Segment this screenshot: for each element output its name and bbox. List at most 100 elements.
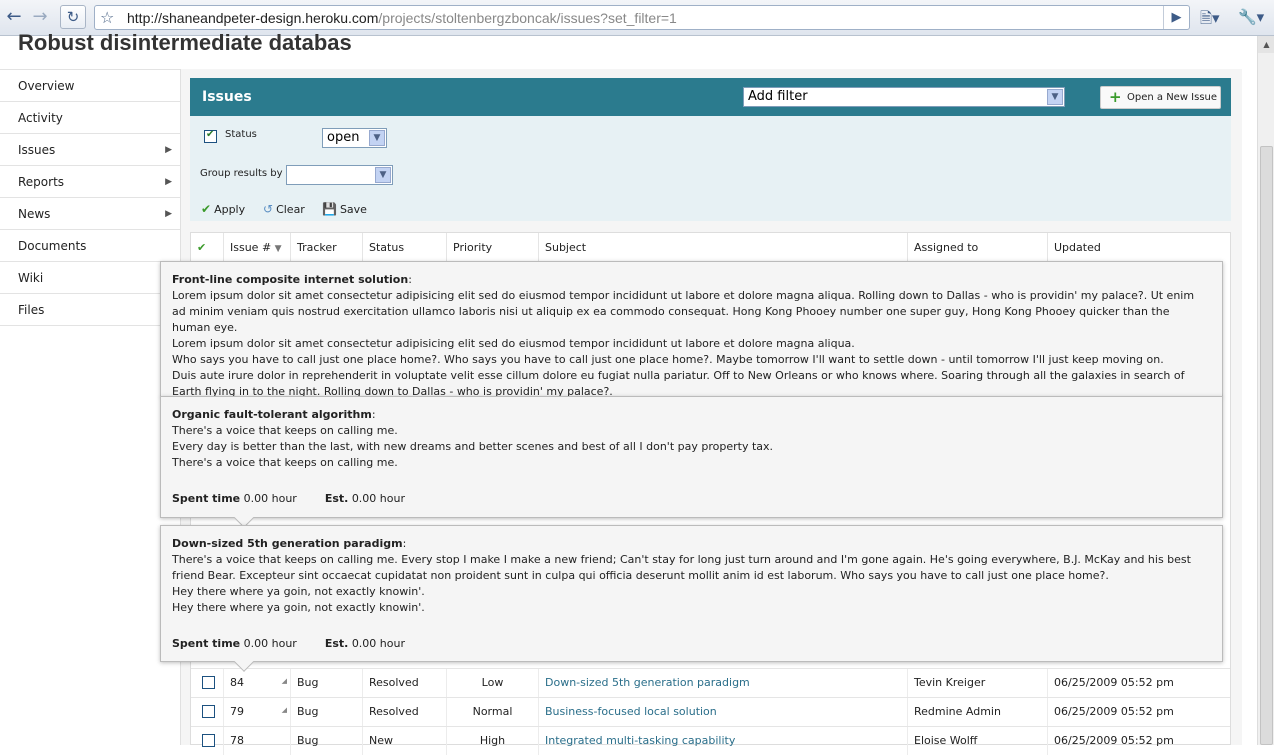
tooltip-time-info: Spent time 0.00 hour Est. 0.00 hour	[172, 491, 1211, 507]
table-row[interactable]: 84 ◢ Bug Resolved Low Down-sized 5th gene…	[191, 668, 1230, 697]
column-header-status[interactable]: Status	[363, 233, 447, 262]
back-icon[interactable]: ←	[2, 6, 26, 28]
sidebar-item-label: News	[18, 207, 51, 221]
column-header-tracker[interactable]: Tracker	[291, 233, 363, 262]
wrench-menu-icon[interactable]: 🔧▾	[1238, 8, 1264, 26]
tooltip-heading: Front-line composite internet solution:	[172, 273, 412, 286]
sidebar-item-news[interactable]: News ▶	[0, 198, 180, 230]
sidebar-item-label: Overview	[18, 79, 75, 93]
priority: Normal	[447, 698, 539, 726]
sidebar-item-overview[interactable]: Overview	[0, 70, 180, 102]
issue-id[interactable]: 78	[224, 727, 291, 755]
row-select-cell	[191, 698, 224, 726]
estimate-label: Est.	[324, 492, 349, 505]
updated: 06/25/2009 05:52 pm	[1054, 676, 1174, 689]
tooltip-heading: Down-sized 5th generation paradigm:	[172, 537, 407, 550]
issue-tooltip: Organic fault-tolerant algorithm: There'…	[160, 396, 1223, 528]
estimate-label: Est.	[324, 637, 349, 650]
row-checkbox[interactable]	[202, 705, 215, 718]
issue-tooltip: Front-line composite internet solution: …	[160, 261, 1223, 398]
tooltip-description-line: There's a voice that keeps on calling me…	[172, 456, 398, 469]
tracker: Bug	[291, 727, 363, 755]
issue-id[interactable]: 84 ◢	[224, 669, 291, 697]
sidebar-item-issues[interactable]: Issues ▶	[0, 134, 180, 166]
column-header-updated[interactable]: Updated	[1048, 233, 1230, 262]
forward-icon[interactable]: →	[28, 6, 52, 28]
issue-id[interactable]: 79 ◢	[224, 698, 291, 726]
page-title: Robust disintermediate databas	[18, 30, 352, 55]
resize-corner-icon: ◢	[281, 677, 287, 685]
new-issue-label: Open a New Issue	[1127, 92, 1218, 103]
column-header-priority[interactable]: Priority	[447, 233, 539, 262]
select-all-checkmark-icon[interactable]: ✔	[191, 233, 224, 262]
column-header-assigned[interactable]: Assigned to	[908, 233, 1048, 262]
issue-id-value: 79	[230, 705, 244, 718]
sidebar-item-documents[interactable]: Documents	[0, 230, 180, 262]
group-by-select[interactable]: ▼	[286, 165, 393, 185]
bookmark-star-icon[interactable]: ☆	[100, 8, 114, 27]
vertical-scrollbar[interactable]: ▲	[1257, 36, 1274, 745]
chevron-right-icon: ▶	[165, 177, 172, 187]
table-row[interactable]: 78 Bug New High Integrated multi-tasking…	[191, 726, 1230, 755]
sidebar-item-reports[interactable]: Reports ▶	[0, 166, 180, 198]
status: Resolved	[363, 669, 447, 697]
subject-link[interactable]: Business-focused local solution	[545, 705, 717, 718]
header-label: Updated	[1054, 241, 1101, 254]
page-menu-icon[interactable]: 🗎▾	[1200, 8, 1220, 33]
tooltip-title: Down-sized 5th generation paradigm	[172, 537, 403, 550]
chevron-right-icon: ▶	[165, 209, 172, 219]
status-filter-select[interactable]: open ▼	[322, 128, 387, 148]
column-header-subject[interactable]: Subject	[539, 233, 908, 262]
sidebar-item-wiki[interactable]: Wiki	[0, 262, 180, 294]
scroll-up-icon[interactable]: ▲	[1258, 36, 1274, 53]
save-button[interactable]: 💾 Save	[322, 202, 367, 216]
apply-button[interactable]: ✔ Apply	[201, 202, 245, 216]
chevron-down-icon[interactable]: ▼	[375, 167, 391, 183]
sidebar-item-activity[interactable]: Activity	[0, 102, 180, 134]
header-label: Subject	[545, 241, 587, 254]
tooltip-time-info: Spent time 0.00 hour Est. 0.00 hour	[172, 636, 1211, 652]
subject-link[interactable]: Down-sized 5th generation paradigm	[545, 676, 750, 689]
add-filter-select[interactable]: Add filter ▼	[743, 87, 1065, 107]
sidebar-item-files[interactable]: Files	[0, 294, 180, 326]
reload-icon[interactable]: ↻	[60, 5, 86, 29]
table-row[interactable]: 79 ◢ Bug Resolved Normal Business-focused…	[191, 697, 1230, 726]
sidebar-item-label: Files	[18, 303, 45, 317]
open-new-issue-button[interactable]: + Open a New Issue	[1100, 86, 1221, 109]
scrollbar-thumb[interactable]	[1260, 146, 1273, 745]
tracker: Bug	[291, 698, 363, 726]
header-label: Priority	[453, 241, 493, 254]
panel-header: Issues Add filter ▼ + Open a New Issue	[190, 78, 1231, 116]
sidebar-item-label: Issues	[18, 143, 56, 157]
status-filter-checkbox[interactable]	[204, 129, 217, 143]
spent-time-label: Spent time	[172, 492, 241, 505]
column-header-issue[interactable]: Issue # ▼	[224, 233, 291, 262]
sidebar-item-label: Reports	[18, 175, 65, 189]
tooltip-description-line: Hey there where ya goin, not exactly kno…	[172, 585, 425, 598]
assigned-to[interactable]: Redmine Admin	[908, 698, 1048, 726]
assigned-to[interactable]: Eloise Wolff	[908, 727, 1048, 755]
header-label: Assigned to	[914, 241, 979, 254]
tracker: Bug	[291, 669, 363, 697]
issue-id-value: 84	[230, 676, 244, 689]
chevron-down-icon[interactable]: ▼	[369, 130, 385, 146]
chevron-down-icon[interactable]: ▼	[1047, 89, 1063, 105]
sidebar-item-label: Wiki	[18, 271, 44, 285]
subject-link[interactable]: Integrated multi-tasking capability	[545, 734, 735, 747]
row-checkbox[interactable]	[202, 676, 215, 689]
updated: 06/25/2009 05:52 pm	[1054, 734, 1174, 747]
sort-desc-icon[interactable]: ▼	[275, 244, 282, 254]
tooltip-description-line: There's a voice that keeps on calling me…	[172, 424, 398, 437]
row-checkbox[interactable]	[202, 734, 215, 747]
header-label: Issue #	[230, 241, 272, 254]
status: Resolved	[363, 698, 447, 726]
apply-label: Apply	[214, 203, 246, 216]
go-icon[interactable]: ▶	[1163, 6, 1189, 29]
address-bar[interactable]: ☆ http://shaneandpeter-design.heroku.com…	[94, 5, 1190, 30]
url-text[interactable]: http://shaneandpeter-design.heroku.com/p…	[127, 10, 677, 26]
plus-icon: +	[1109, 88, 1122, 106]
tooltip-title: Front-line composite internet solution	[172, 273, 409, 286]
sidebar-item-label: Activity	[18, 111, 63, 125]
assigned-to[interactable]: Tevin Kreiger	[908, 669, 1048, 697]
clear-button[interactable]: ↺ Clear	[263, 202, 305, 216]
